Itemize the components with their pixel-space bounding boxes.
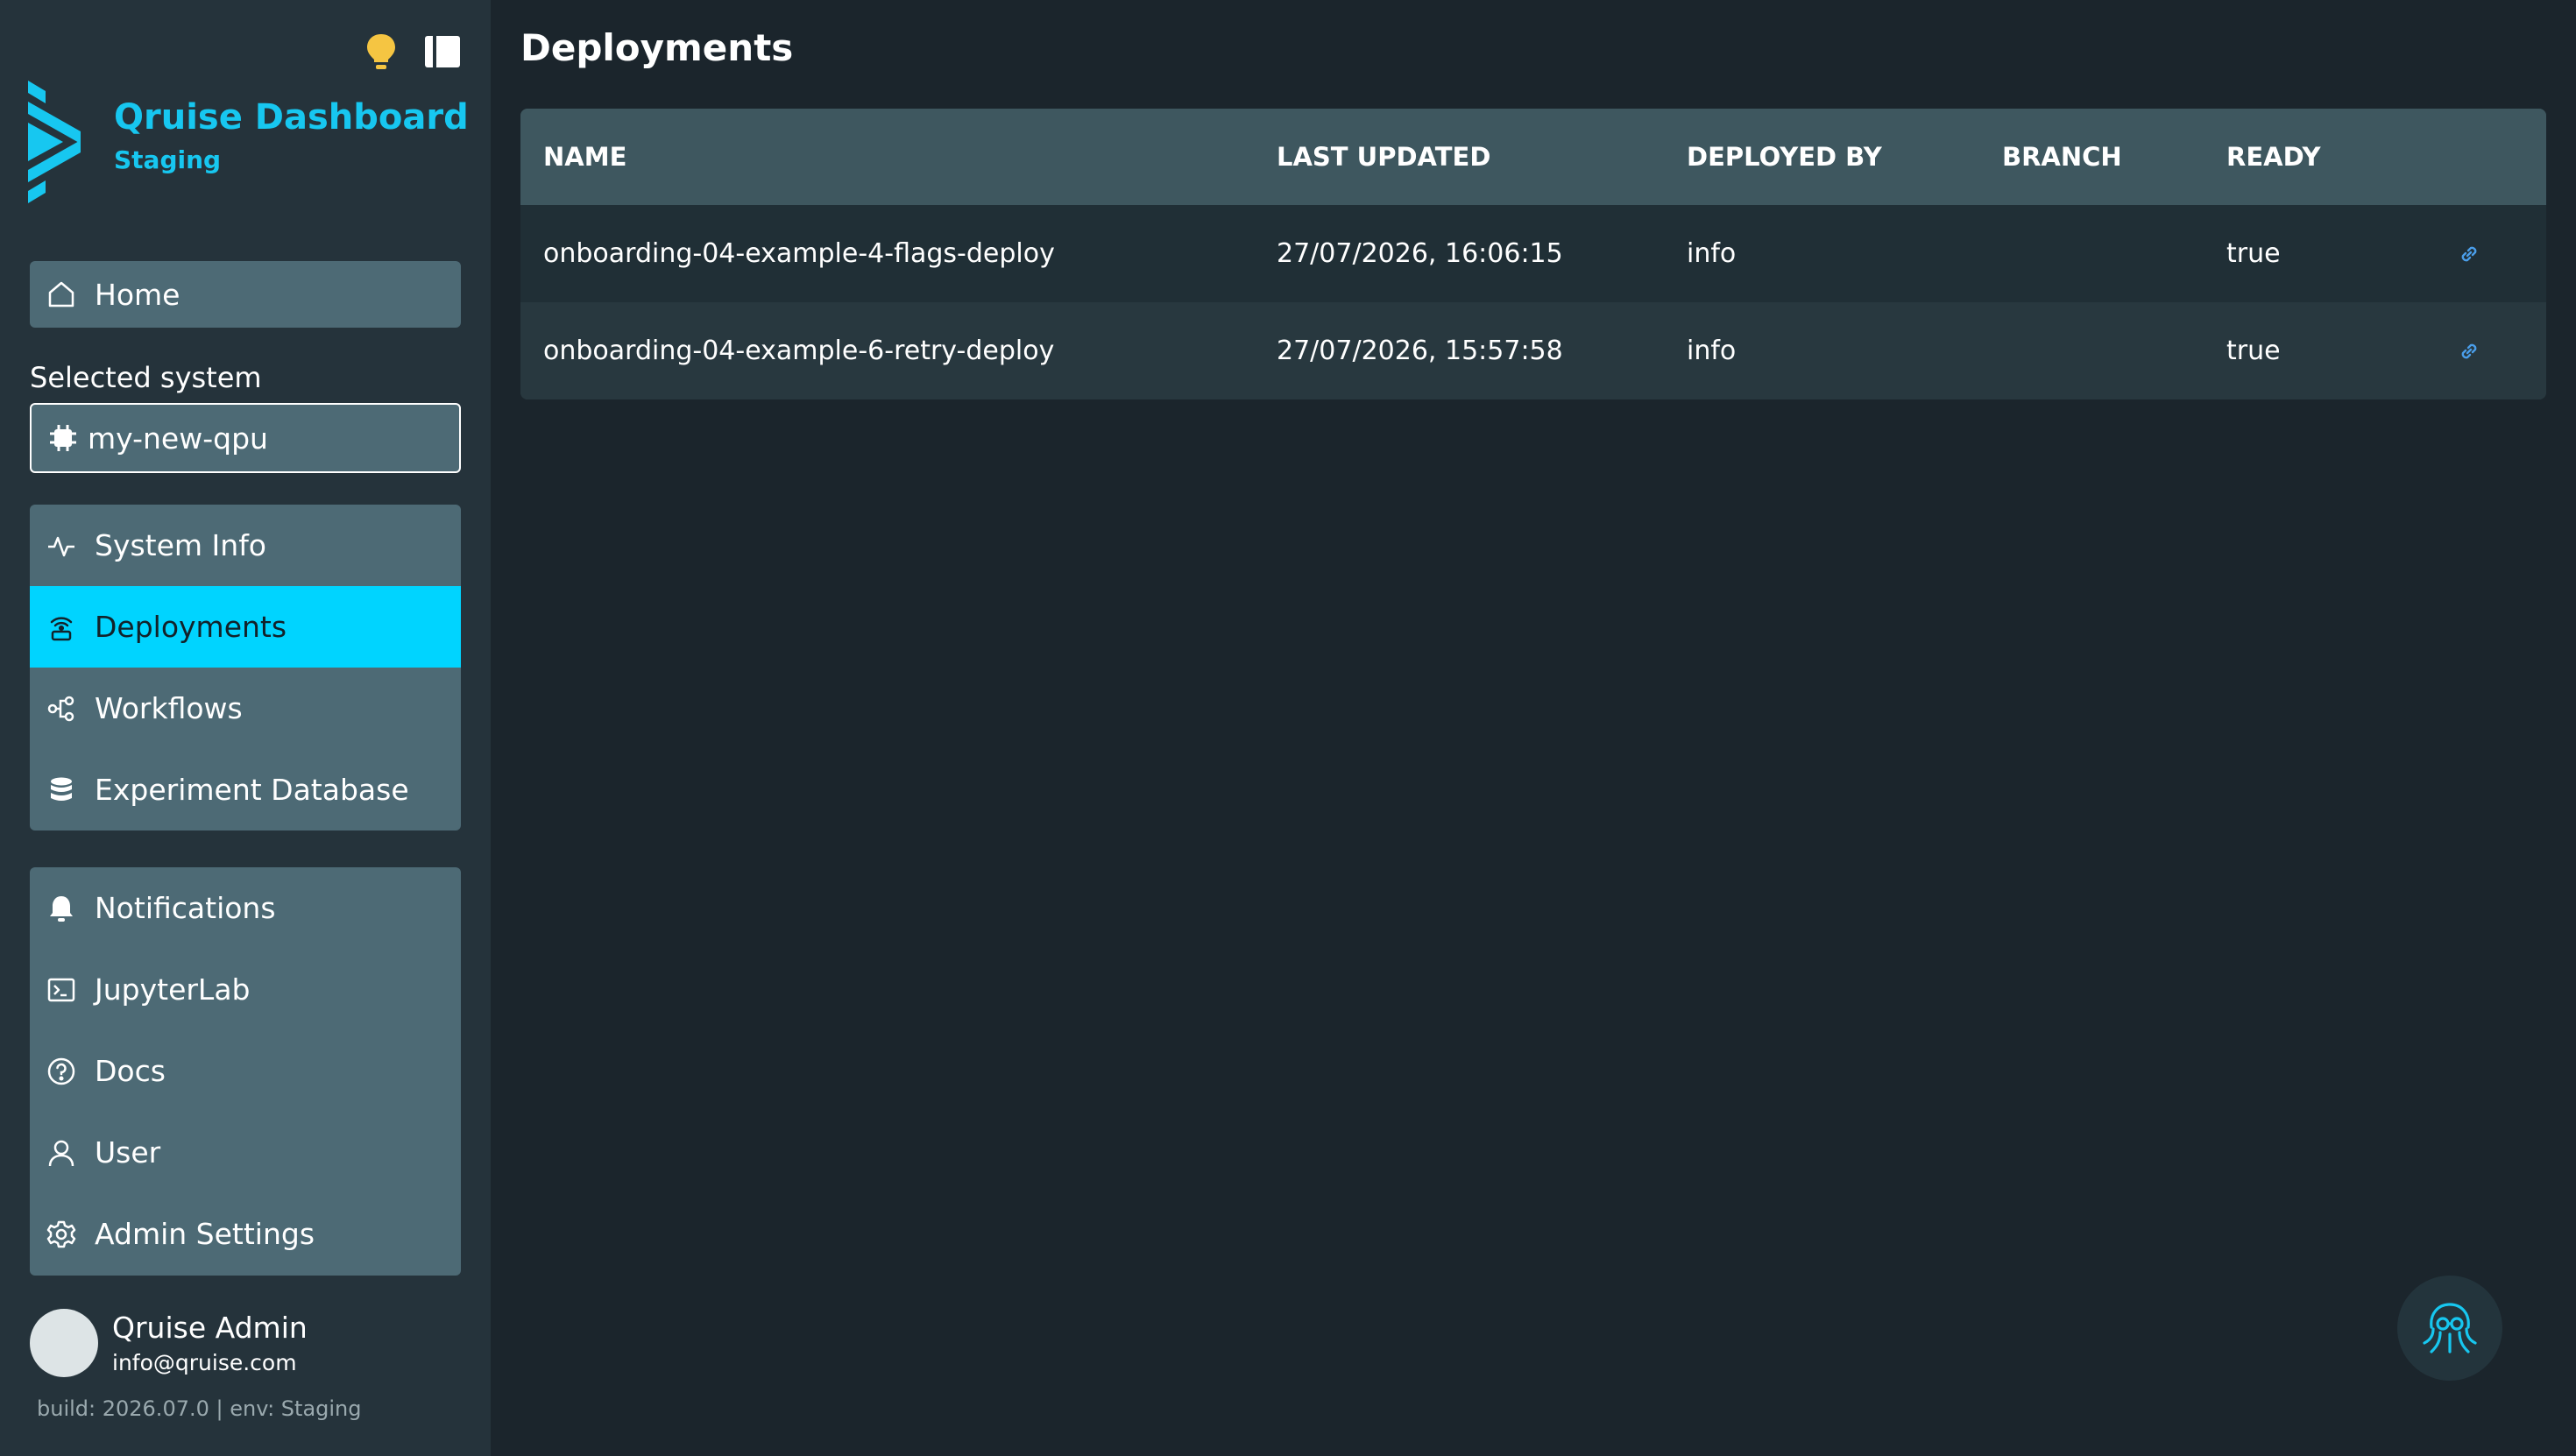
table-row[interactable]: onboarding-04-example-6-retry-deploy 27/… xyxy=(520,302,2546,399)
cell-last-updated: 27/07/2026, 16:06:15 xyxy=(1277,238,1563,269)
app-root: Qruise Dashboard Staging Home Selected s… xyxy=(0,0,2576,1456)
column-header-last-updated[interactable]: LAST UPDATED xyxy=(1277,109,1490,205)
home-icon xyxy=(46,279,77,310)
page-title: Deployments xyxy=(520,26,794,69)
cell-deployed-by: info xyxy=(1687,238,1737,269)
database-icon xyxy=(46,774,77,806)
sidebar-item-notifications[interactable]: Notifications xyxy=(30,867,461,949)
terminal-icon xyxy=(46,974,77,1006)
workflow-icon xyxy=(46,693,77,724)
column-header-name[interactable]: NAME xyxy=(543,109,626,205)
cell-deployed-by: info xyxy=(1687,336,1737,366)
pulse-icon xyxy=(46,530,77,562)
table-row[interactable]: onboarding-04-example-4-flags-deploy 27/… xyxy=(520,205,2546,302)
home-label: Home xyxy=(95,277,180,312)
sidebar-item-label: Workflows xyxy=(95,691,243,725)
deployments-icon xyxy=(46,611,77,643)
brand-title: Qruise Dashboard xyxy=(114,97,469,138)
help-icon xyxy=(46,1056,77,1087)
nav-group-tools: Notifications JupyterLab Docs User Admin… xyxy=(30,867,461,1276)
link-icon[interactable] xyxy=(2457,302,2481,399)
sidebar-top-icons xyxy=(361,32,463,72)
sidebar-item-user[interactable]: User xyxy=(30,1112,461,1193)
sidebar-item-label: JupyterLab xyxy=(95,972,251,1007)
cell-ready: true xyxy=(2226,238,2281,269)
sidebar-item-system-info[interactable]: System Info xyxy=(30,505,461,586)
sidebar-item-label: System Info xyxy=(95,528,267,562)
sidebar-item-admin-settings[interactable]: Admin Settings xyxy=(30,1193,461,1275)
lightbulb-icon[interactable] xyxy=(361,32,401,72)
deployments-table: NAME LAST UPDATED DEPLOYED BY BRANCH REA… xyxy=(520,109,2546,399)
selected-system-label: Selected system xyxy=(30,361,262,394)
sidebar-item-label: Notifications xyxy=(95,891,276,925)
nav-group-system: System Info Deployments Workflows Experi… xyxy=(30,505,461,830)
sidebar: Qruise Dashboard Staging Home Selected s… xyxy=(0,0,491,1456)
sidebar-item-label: Experiment Database xyxy=(95,773,409,807)
user-profile[interactable]: Qruise Admin info@qruise.com xyxy=(30,1309,308,1377)
avatar xyxy=(30,1309,98,1377)
cell-ready: true xyxy=(2226,336,2281,366)
cell-name: onboarding-04-example-6-retry-deploy xyxy=(543,336,1055,366)
sidebar-item-jupyterlab[interactable]: JupyterLab xyxy=(30,949,461,1030)
column-header-branch[interactable]: BRANCH xyxy=(2002,109,2122,205)
table-header: NAME LAST UPDATED DEPLOYED BY BRANCH REA… xyxy=(520,109,2546,205)
sidebar-item-docs[interactable]: Docs xyxy=(30,1030,461,1112)
sidebar-item-deployments[interactable]: Deployments xyxy=(30,586,461,668)
brand-subtitle: Staging xyxy=(114,145,222,174)
sidebar-item-experiment-database[interactable]: Experiment Database xyxy=(30,749,461,830)
gear-icon xyxy=(46,1219,77,1250)
octopus-icon xyxy=(2423,1303,2477,1354)
selected-system-select[interactable]: my-new-qpu xyxy=(30,403,461,473)
cell-last-updated: 27/07/2026, 15:57:58 xyxy=(1277,336,1563,366)
selected-system-value: my-new-qpu xyxy=(88,421,268,456)
column-header-deployed-by[interactable]: DEPLOYED BY xyxy=(1687,109,1882,205)
qruise-logo-icon xyxy=(28,81,81,203)
home-button[interactable]: Home xyxy=(30,261,461,328)
brand: Qruise Dashboard Staging xyxy=(28,81,469,203)
chip-icon xyxy=(47,422,79,454)
build-info: build: 2026.07.0 | env: Staging xyxy=(37,1396,362,1421)
user-name: Qruise Admin xyxy=(112,1311,308,1345)
link-icon[interactable] xyxy=(2457,205,2481,302)
sidebar-item-label: Docs xyxy=(95,1054,166,1088)
assistant-button[interactable] xyxy=(2397,1276,2502,1381)
column-header-ready[interactable]: READY xyxy=(2226,109,2321,205)
user-email: info@qruise.com xyxy=(112,1350,297,1375)
sidebar-item-label: Admin Settings xyxy=(95,1217,315,1251)
bell-icon xyxy=(46,893,77,924)
cell-name: onboarding-04-example-4-flags-deploy xyxy=(543,238,1055,269)
sidebar-item-workflows[interactable]: Workflows xyxy=(30,668,461,749)
sidebar-item-label: User xyxy=(95,1135,161,1170)
sidebar-toggle-icon[interactable] xyxy=(422,32,463,72)
sidebar-item-label: Deployments xyxy=(95,610,287,644)
user-icon xyxy=(46,1137,77,1169)
